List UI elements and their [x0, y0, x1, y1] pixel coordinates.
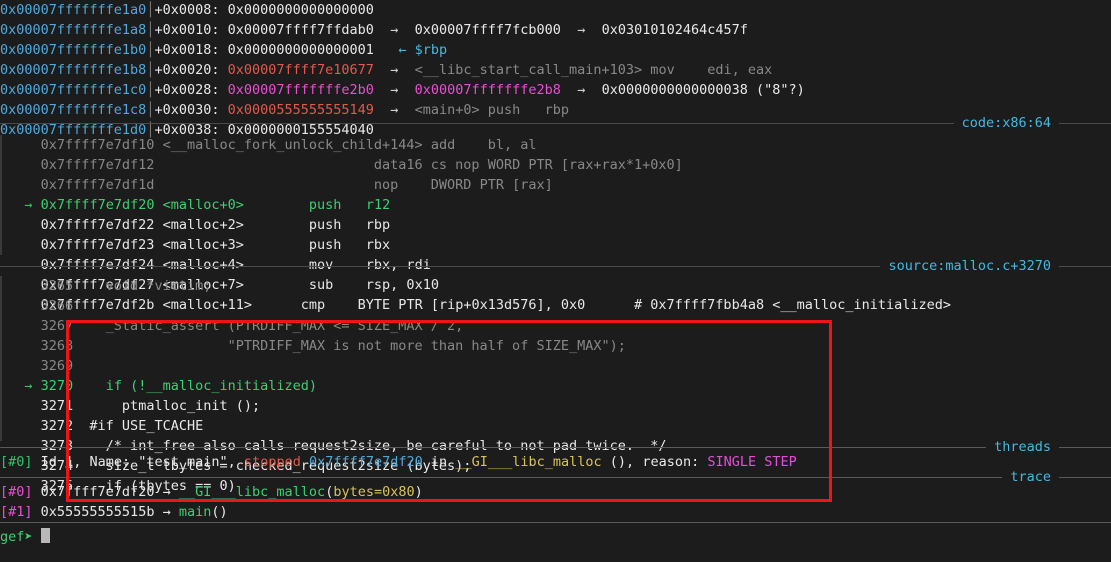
stack-offset: +0x0028:: [154, 82, 219, 98]
code-operands: DWORD PTR [rax]: [431, 177, 553, 193]
source-lineno: 3268: [41, 338, 74, 354]
separator-rule: [0, 123, 1111, 124]
prompt-label: gef: [0, 529, 24, 545]
source-lineno: 3269: [41, 358, 74, 374]
stack-value: 0x0000000000000000: [228, 2, 374, 18]
stack-target: 0x00007fffffffe2b8: [415, 82, 561, 98]
stack-value: 0x00007ffff7e10677: [228, 62, 374, 78]
stack-target: 0x00007ffff7fcb000: [415, 22, 561, 38]
code-row: 0x7ffff7e7df12 data16 cs nop WORD PTR [r…: [0, 155, 1111, 175]
separator-rule: [0, 522, 1111, 523]
stack-value: 0x00007ffff7ffdab0: [228, 22, 374, 38]
code-row: 0x7ffff7e7df22 <malloc+2> push rbp: [0, 215, 1111, 235]
source-row-current: → 3270 if (!__malloc_initialized): [0, 376, 1111, 396]
stack-offset: +0x0018:: [154, 42, 219, 58]
code-operands: bl, al: [488, 137, 537, 153]
source-text: ptmalloc_init ();: [89, 398, 260, 414]
source-text: void *victim;: [89, 278, 211, 294]
stack-address: 0x00007fffffffe1a8: [0, 22, 146, 38]
stack-target2: 0x0000000000000038 ("8"?): [602, 82, 805, 98]
code-symbol: <malloc+3>: [163, 237, 244, 253]
code-address: 0x7ffff7e7df23: [41, 237, 155, 253]
prompt-line[interactable]: gef➤: [0, 527, 1111, 547]
source-gutter-bar: [0, 276, 2, 441]
trace-tag: [#0]: [0, 484, 33, 500]
source-lineno: 3266: [41, 298, 74, 314]
stack-register-label: $rbp: [415, 42, 448, 58]
source-lineno: 3265: [41, 278, 74, 294]
source-lineno: 3267: [41, 318, 74, 334]
code-operands: rbp: [366, 217, 390, 233]
source-lineno: 3271: [41, 398, 74, 414]
stack-row: 0x00007fffffffe1b8│+0x0020: 0x00007ffff7…: [0, 60, 1111, 80]
source-lineno: 3270: [41, 378, 74, 394]
source-row: 3271 ptmalloc_init ();: [0, 396, 1111, 416]
code-mnemonic: push: [309, 197, 342, 213]
separator-rule: [0, 477, 1111, 478]
source-section-separator: source:malloc.c+3270: [0, 256, 1111, 276]
text-cursor[interactable]: [41, 528, 50, 543]
stack-offset: +0x0020:: [154, 62, 219, 78]
stack-address: 0x00007fffffffe1c0: [0, 82, 146, 98]
trace-function: __GI___libc_malloc: [179, 484, 325, 500]
stack-target: <__libc_start_call_main+103> mov edi, ea…: [415, 62, 773, 78]
code-address: 0x7ffff7e7df20: [41, 197, 155, 213]
trace-address: 0x7ffff7e7df20: [41, 484, 155, 500]
stack-address: 0x00007fffffffe1a0: [0, 2, 146, 18]
stack-value: 0x0000000000000001: [228, 42, 374, 58]
code-row: 0x7ffff7e7df23 <malloc+3> push rbx: [0, 235, 1111, 255]
code-row: 0x7ffff7e7df1d nop DWORD PTR [rax]: [0, 175, 1111, 195]
code-row: 0x7ffff7e7df10 <__malloc_fork_unlock_chi…: [0, 135, 1111, 155]
code-symbol: <malloc+2>: [163, 217, 244, 233]
gdb-gef-terminal: 0x00007fffffffe1a0│+0x0008: 0x0000000000…: [0, 0, 1111, 562]
code-operands: r12: [366, 197, 390, 213]
code-symbol: <__malloc_fork_unlock_child+144>: [163, 137, 423, 153]
prompt-chevron-icon: ➤: [24, 529, 32, 545]
source-text: "PTRDIFF_MAX is not more than half of SI…: [89, 338, 625, 354]
code-section-separator: code:x86:64: [0, 113, 1111, 133]
code-mnemonic: add: [431, 137, 455, 153]
source-row: 3268 "PTRDIFF_MAX is not more than half …: [0, 336, 1111, 356]
stack-row: 0x00007fffffffe1c0│+0x0028: 0x00007fffff…: [0, 80, 1111, 100]
source-lineno: 3272: [41, 418, 74, 434]
code-operands: rbx: [366, 237, 390, 253]
code-mnemonic: nop: [374, 177, 398, 193]
stack-offset: +0x0010:: [154, 22, 219, 38]
current-line-arrow-icon: →: [24, 378, 32, 394]
code-address: 0x7ffff7e7df12: [41, 157, 155, 173]
trace-arrow-icon: →: [163, 484, 171, 500]
source-section-title: source:malloc.c+3270: [880, 256, 1059, 276]
code-section-title: code:x86:64: [954, 113, 1059, 133]
source-text: #if USE_TCACHE: [89, 418, 203, 434]
source-row: 3272 #if USE_TCACHE: [0, 416, 1111, 436]
stack-row: 0x00007fffffffe1b0│+0x0018: 0x0000000000…: [0, 40, 1111, 60]
trace-args: bytes=0x80: [333, 484, 414, 500]
code-address: 0x7ffff7e7df1d: [41, 177, 155, 193]
source-text: _Static_assert (PTRDIFF_MAX <= SIZE_MAX …: [89, 318, 463, 334]
code-mnemonic: push: [309, 237, 342, 253]
stack-address: 0x00007fffffffe1b8: [0, 62, 146, 78]
source-row: 3265 void *victim;: [0, 276, 1111, 296]
code-mnemonic: push: [309, 217, 342, 233]
stack-row: 0x00007fffffffe1a0│+0x0008: 0x0000000000…: [0, 0, 1111, 20]
code-mnemonic: data16 cs nop: [374, 157, 480, 173]
code-row-current: → 0x7ffff7e7df20 <malloc+0> push r12: [0, 195, 1111, 215]
code-gutter-bar: [0, 135, 2, 255]
code-operands: WORD PTR [rax+rax*1+0x0]: [488, 157, 683, 173]
source-row: 3267 _Static_assert (PTRDIFF_MAX <= SIZE…: [0, 316, 1111, 336]
stack-offset: +0x0008:: [154, 2, 219, 18]
current-instruction-arrow-icon: →: [24, 197, 32, 213]
source-row: 3266: [0, 296, 1111, 316]
source-row: 3269: [0, 356, 1111, 376]
stack-target2: 0x03010102464c457f: [602, 22, 748, 38]
code-address: 0x7ffff7e7df22: [41, 217, 155, 233]
stack-address: 0x00007fffffffe1b0: [0, 42, 146, 58]
stack-value: 0x00007fffffffe2b0: [228, 82, 374, 98]
code-address: 0x7ffff7e7df10: [41, 137, 155, 153]
trace-row: [#0] 0x7ffff7e7df20 → __GI___libc_malloc…: [0, 482, 1111, 502]
source-text: if (!__malloc_initialized): [89, 378, 317, 394]
code-symbol: <malloc+0>: [163, 197, 244, 213]
separator-rule: [0, 447, 1111, 448]
stack-row: 0x00007fffffffe1a8│+0x0010: 0x00007ffff7…: [0, 20, 1111, 40]
